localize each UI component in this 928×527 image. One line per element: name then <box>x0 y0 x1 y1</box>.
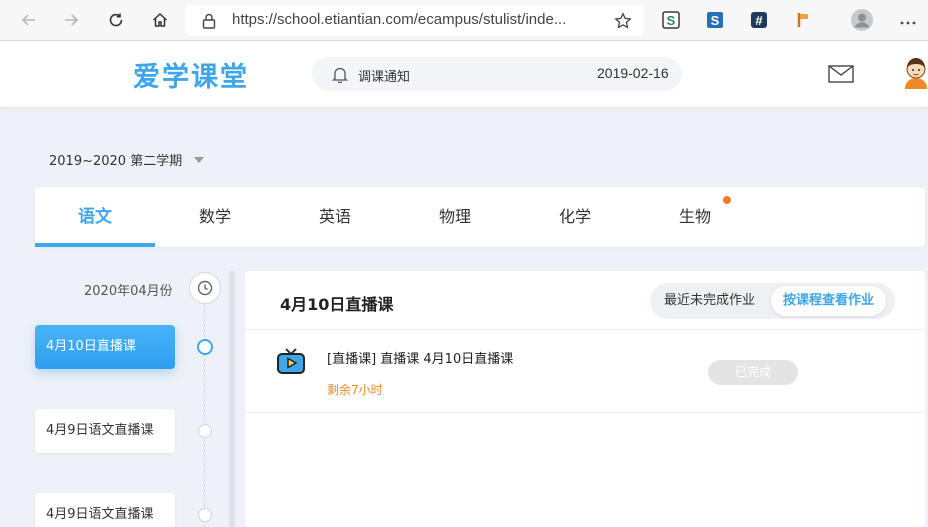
svg-text:S: S <box>711 13 720 28</box>
month-label: 2020年04月份 <box>84 284 173 299</box>
bell-icon <box>332 67 348 83</box>
profile-avatar-icon[interactable] <box>850 8 874 32</box>
clock-icon <box>189 272 221 304</box>
status-badge: 已完成 <box>708 360 798 385</box>
term-label: 2019~2020 第二学期 <box>49 154 183 169</box>
notice-date: 2019-02-16 <box>597 65 669 81</box>
caret-down-icon <box>194 156 205 163</box>
schedule-notice[interactable]: 调课通知 2019-02-16 <box>312 57 682 91</box>
forward-arrow-icon <box>65 14 79 26</box>
divider <box>245 412 925 413</box>
svg-text:S: S <box>667 13 676 28</box>
app-header: 爱学课堂 调课通知 2019-02-16 <box>0 41 928 107</box>
favorite-star-icon[interactable] <box>614 12 632 30</box>
reload-icon <box>109 13 123 27</box>
timeline-node-active <box>197 339 213 355</box>
home-icon <box>152 12 168 27</box>
user-avatar-icon[interactable] <box>903 55 928 89</box>
notification-dot <box>723 196 731 204</box>
panel-title: 4月10日直播课 <box>280 295 394 314</box>
reload-button[interactable] <box>101 5 131 35</box>
lesson-card-active[interactable]: 4月10日直播课 <box>35 325 175 369</box>
flag-extension-icon[interactable] <box>793 10 813 30</box>
homework-view-toggle: 最近未完成作业 按课程查看作业 <box>650 283 895 319</box>
url-text: https://school.etiantian.com/ecampus/stu… <box>232 11 567 28</box>
lesson-card[interactable]: 4月9日语文直播课 <box>35 409 175 453</box>
hash-extension-icon[interactable]: # <box>749 10 769 30</box>
recent-unfinished-option[interactable]: 最近未完成作业 <box>652 286 767 316</box>
by-course-option[interactable]: 按课程查看作业 <box>771 286 887 316</box>
tab-biology[interactable]: 生物 <box>635 187 755 247</box>
app-logo[interactable]: 爱学课堂 <box>133 55 249 94</box>
svg-text:#: # <box>755 13 763 28</box>
mail-icon[interactable] <box>828 65 854 83</box>
tab-english[interactable]: 英语 <box>275 187 395 247</box>
more-menu-icon[interactable] <box>900 14 916 26</box>
live-tv-icon <box>277 348 305 374</box>
term-selector[interactable]: 2019~2020 第二学期 <box>49 150 205 169</box>
lesson-card[interactable]: 4月9日语文直播课 <box>35 493 175 527</box>
tab-physics[interactable]: 物理 <box>395 187 515 247</box>
timeline-node <box>198 424 212 438</box>
lock-icon <box>202 13 216 29</box>
timeline-line <box>204 304 205 527</box>
home-button[interactable] <box>145 5 175 35</box>
tab-math[interactable]: 数学 <box>155 187 275 247</box>
forward-button[interactable] <box>56 5 86 35</box>
back-arrow-icon <box>21 14 35 26</box>
s-extension-icon[interactable]: S <box>661 10 681 30</box>
subject-tabs: 语文 数学 英语 物理 化学 生物 <box>35 187 925 247</box>
s-square-extension-icon[interactable]: S <box>705 10 725 30</box>
tab-chinese[interactable]: 语文 <box>35 187 155 247</box>
tab-chemistry[interactable]: 化学 <box>515 187 635 247</box>
content-panel: 4月10日直播课 最近未完成作业 按课程查看作业 [直播课] 直播课 4月10日… <box>245 271 925 527</box>
scroll-rail[interactable] <box>229 271 235 527</box>
back-button[interactable] <box>14 5 44 35</box>
notice-label: 调课通知 <box>358 70 411 85</box>
address-bar[interactable]: https://school.etiantian.com/ecampus/stu… <box>186 5 644 36</box>
time-remaining: 剩余7小时 <box>327 383 383 397</box>
divider <box>245 329 925 330</box>
browser-toolbar: https://school.etiantian.com/ecampus/stu… <box>0 0 928 41</box>
lesson-title[interactable]: [直播课] 直播课 4月10日直播课 <box>327 348 513 367</box>
timeline-node <box>198 508 212 522</box>
